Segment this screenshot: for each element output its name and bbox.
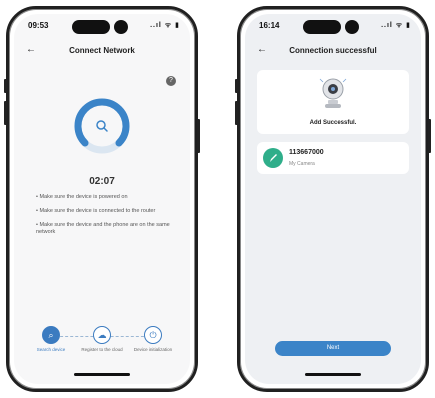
island-camera	[345, 20, 359, 34]
help-icon[interactable]: ?	[166, 76, 176, 86]
device-card[interactable]: 113667000 My Camera	[257, 142, 409, 174]
screen-connect-network: 09:53 ..ıl ᯤ ▮ ← Connect Network ? 02:07…	[14, 14, 190, 384]
progress-gauge	[74, 98, 130, 154]
phone-connect-network: 09:53 ..ıl ᯤ ▮ ← Connect Network ? 02:07…	[4, 6, 200, 392]
island-camera	[114, 20, 128, 34]
phone-side-button	[428, 119, 431, 153]
camera-icon	[319, 78, 347, 108]
home-indicator	[74, 373, 130, 376]
dynamic-island	[72, 20, 132, 34]
phone-side-button	[197, 119, 200, 153]
step-label: Device initialization	[133, 347, 173, 352]
status-signal: ..ıl ᯤ ▮	[150, 22, 180, 29]
countdown-timer: 02:07	[89, 176, 115, 187]
phone-side-button	[4, 79, 7, 93]
screen-connection-successful: 16:14 ..ıl ᯤ ▮ ← Connection successful A…	[245, 14, 421, 384]
cloud-icon: ☁	[93, 326, 111, 344]
tip-item: • Make sure the device is powered on	[36, 194, 128, 200]
step-label: Search device	[36, 347, 66, 352]
page-title: Connect Network	[69, 46, 135, 55]
phone-side-button	[235, 79, 238, 93]
device-id: 113667000	[289, 149, 324, 156]
phone-side-button	[235, 101, 238, 125]
tip-item: • Make sure the device and the phone are…	[36, 222, 170, 235]
edit-pencil-icon	[270, 154, 277, 162]
power-icon: ⏻	[144, 326, 162, 344]
step-search-device: ⌕ Search device	[28, 326, 74, 352]
search-icon	[96, 120, 108, 132]
home-indicator	[305, 373, 361, 376]
tips-list: • Make sure the device is powered on • M…	[36, 194, 178, 243]
search-icon: ⌕	[42, 326, 60, 344]
page-title: Connection successful	[289, 46, 377, 55]
dynamic-island	[303, 20, 363, 34]
tip-item: • Make sure the device is connected to t…	[36, 208, 156, 214]
island-pill	[303, 20, 341, 34]
island-pill	[72, 20, 110, 34]
phone-side-button	[4, 101, 7, 125]
status-time: 09:53	[28, 21, 49, 30]
device-avatar	[263, 148, 283, 168]
status-signal: ..ıl ᯤ ▮	[381, 22, 411, 29]
success-message: Add Successful.	[309, 120, 357, 126]
device-subtitle: My Camera	[289, 161, 315, 167]
step-label: Register to the cloud	[81, 347, 123, 352]
step-device-initialization: ⏻ Device initialization	[130, 326, 176, 352]
phone-connection-successful: 16:14 ..ıl ᯤ ▮ ← Connection successful A…	[235, 6, 431, 392]
progress-steps: ⌕ Search device ☁ Register to the cloud …	[28, 326, 176, 366]
next-button[interactable]: Next	[275, 341, 391, 356]
gauge-arc	[74, 98, 130, 147]
step-register-cloud: ☁ Register to the cloud	[79, 326, 125, 352]
success-card: Add Successful.	[257, 70, 409, 134]
status-time: 16:14	[259, 21, 280, 30]
